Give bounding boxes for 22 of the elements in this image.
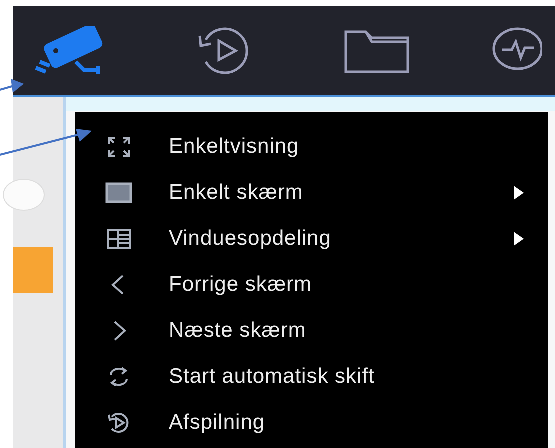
menu-item[interactable]: Enkeltvisning bbox=[75, 124, 548, 170]
menu-item[interactable]: Forrige skærm bbox=[75, 262, 548, 308]
menu-label: Enkelt skærm bbox=[169, 181, 304, 205]
fullscreen-icon bbox=[105, 135, 133, 159]
menu-label: Afspilning bbox=[169, 411, 266, 435]
grid-icon bbox=[105, 227, 133, 251]
menu-item[interactable]: Enkelt skærm bbox=[75, 170, 548, 216]
screen-icon bbox=[105, 181, 133, 205]
annotation-arrow bbox=[0, 78, 24, 96]
menu-item[interactable]: Vinduesopdeling bbox=[75, 216, 548, 262]
menu-label: Start automatisk skift bbox=[169, 365, 376, 389]
submenu-arrow-icon bbox=[514, 232, 524, 246]
menu-item[interactable]: Start automatisk skift bbox=[75, 354, 548, 400]
submenu-arrow-icon bbox=[514, 186, 524, 200]
menu-item[interactable]: Afspilning bbox=[75, 400, 548, 446]
status-block bbox=[13, 247, 53, 293]
menu-label: Forrige skærm bbox=[169, 273, 314, 297]
menu-label: Enkeltvisning bbox=[169, 135, 300, 159]
circle-control bbox=[3, 179, 45, 211]
menu-item[interactable]: Næste skærm bbox=[75, 308, 548, 354]
menu-label: Vinduesopdeling bbox=[169, 227, 332, 251]
menu-label: Næste skærm bbox=[169, 319, 308, 343]
